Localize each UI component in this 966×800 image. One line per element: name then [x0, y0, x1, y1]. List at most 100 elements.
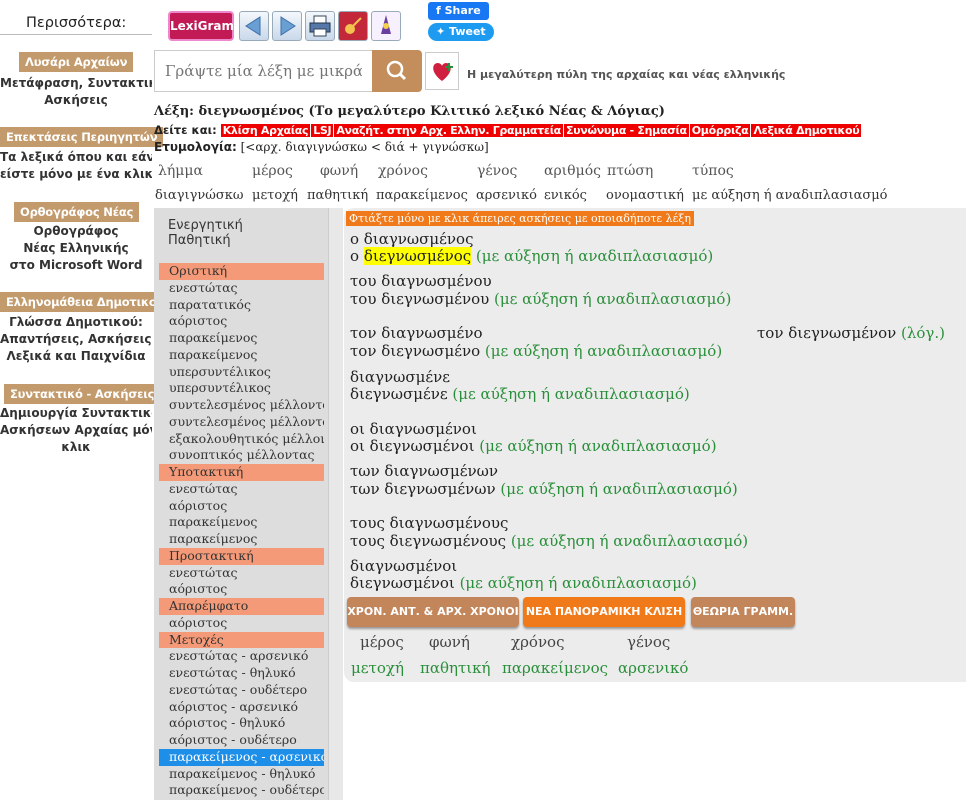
form-text: διεγνωσμένοι: [350, 574, 460, 592]
link-ancient-literature[interactable]: Αναζήτ. στην Αρχ. Ελλην. Γραμματεία: [334, 124, 563, 137]
guitar-icon[interactable]: [338, 11, 368, 41]
tense-group-header[interactable]: Υποτακτική: [159, 464, 324, 481]
tense-group-header[interactable]: Προστακτική: [159, 547, 324, 565]
tense-item[interactable]: αόριστος - θηλυκό: [159, 715, 324, 732]
forward-arrow-icon[interactable]: [272, 11, 302, 41]
tense-item[interactable]: υπερσυντέλικος: [159, 364, 324, 381]
voice-passive[interactable]: Παθητική: [168, 233, 231, 248]
see-also-row: Δείτε και: Κλίση Αρχαίας LSJ Αναζήτ. στην …: [154, 123, 862, 137]
grammar-theory-button[interactable]: ΘΕΩΡΙΑ ΓΡΑΜΜ.: [691, 597, 795, 627]
back-arrow-icon[interactable]: [239, 11, 269, 41]
tense-item[interactable]: παρακείμενος: [159, 514, 324, 531]
see-also-label: Δείτε και:: [154, 123, 217, 137]
search-input[interactable]: [154, 50, 372, 92]
tense-item[interactable]: παρακείμενος: [159, 347, 324, 364]
search-button[interactable]: [372, 50, 422, 92]
tense-item[interactable]: υπερσυντέλικος: [159, 380, 324, 397]
sidebar-desc-syntax-3[interactable]: κλικ: [0, 439, 152, 456]
form-text: διαγνωσμένοι: [350, 557, 458, 575]
facebook-share-button[interactable]: f Share: [428, 2, 489, 20]
augment-note: (με αύξηση ή αναδιπλασιασμό): [479, 437, 717, 455]
lexigram-logo-button[interactable]: LexiGram: [168, 11, 234, 41]
sidebar-heading: Περισσότερα:: [26, 15, 127, 31]
sidebar-button-lysari[interactable]: Λυσάρι Αρχαίων: [19, 52, 134, 72]
panoramic-declension-button[interactable]: ΝΕΑ ΠΑΝΟΡΑΜΙΚΗ ΚΛΙΣΗ: [523, 597, 685, 627]
tense-item[interactable]: εξακολουθητικός μέλλοντας: [159, 431, 324, 448]
sidebar-button-extensions[interactable]: Επεκτάσεις Περιηγητών: [0, 127, 164, 147]
tense-item[interactable]: αόριστος: [159, 313, 324, 330]
sidebar-desc-spellchecker-3[interactable]: στο Microsoft Word: [0, 257, 152, 274]
tense-item[interactable]: παρακείμενος - αρσενικό: [159, 748, 324, 766]
sidebar-button-spellchecker[interactable]: Ορθογράφος Νέας: [14, 202, 140, 222]
tense-item[interactable]: ενεστώτας: [159, 280, 324, 297]
tense-item[interactable]: ενεστώτας - θηλυκό: [159, 665, 324, 682]
tense-item[interactable]: ενεστώτας - αρσενικό: [159, 648, 324, 665]
word-value: διεγνωσμένος (Το μεγαλύτερο Κλιτικό λεξι…: [198, 104, 665, 119]
tense-item[interactable]: ενεστώτας: [159, 481, 324, 498]
tense-item[interactable]: παρακείμενος - ουδέτερο: [159, 782, 324, 799]
favorites-button[interactable]: [425, 52, 459, 90]
summary-header-tense: χρόνος: [511, 633, 565, 651]
link-lsj[interactable]: LSJ: [311, 124, 334, 137]
form-text: τους διαγνωσμένους: [350, 514, 509, 532]
declension-form: των διαγνωσμένων: [350, 462, 498, 480]
grammar-value-lemma: διαγιγνώσκω: [155, 188, 244, 203]
declension-form: ο διαγνωσμένος: [350, 230, 473, 248]
summary-value-gender: αρσενικό: [618, 659, 689, 677]
sidebar-desc-syntax-1[interactable]: Δημιουργία Συντακτικού και: [0, 405, 152, 422]
tense-group-header[interactable]: Μετοχές: [159, 631, 324, 649]
link-synonyms[interactable]: Συνώνυμα - Σημασία: [563, 124, 689, 137]
tense-item[interactable]: ενεστώτας - ουδέτερο: [159, 682, 324, 699]
sidebar-desc-elementary-2[interactable]: Απαντήσεις, Ασκήσεις,: [0, 331, 152, 348]
print-icon[interactable]: [305, 11, 335, 41]
sidebar-desc-extensions-1[interactable]: Τα λεξικά όπου και εάν: [0, 149, 152, 166]
ancient-tenses-button[interactable]: ΧΡΟΝ. ΑΝΤ. & ΑΡΧ. ΧΡΟΝΟΙ: [347, 597, 519, 627]
summary-header-voice: φωνή: [429, 633, 470, 651]
grammar-header-part: μέρος: [252, 163, 293, 179]
declension-form: διεγνωσμένοι (με αύξηση ή αναδιπλασιασμό…: [350, 574, 697, 592]
summary-value-tense: παρακείμενος: [502, 659, 609, 677]
sidebar-button-elementary[interactable]: Ελληνομάθεια Δημοτικού: [0, 292, 171, 312]
tense-item[interactable]: συνοπτικός μέλλοντας: [159, 447, 324, 464]
tense-item[interactable]: αόριστος: [159, 581, 324, 598]
tense-item[interactable]: συντελεσμένος μέλλοντας: [159, 414, 324, 431]
tense-item[interactable]: συντελεσμένος μέλλοντας: [159, 397, 324, 414]
grammar-value-tense: παρακείμενος: [376, 188, 468, 203]
link-elementary-dictionaries[interactable]: Λεξικά Δημοτικού: [751, 124, 862, 137]
declension-form: ο διεγνωσμένος (με αύξηση ή αναδιπλασιασ…: [350, 247, 713, 265]
sidebar-desc-syntax-2[interactable]: Ασκήσεων Αρχαίας μόνο με: [0, 422, 152, 439]
wizard-icon[interactable]: [371, 11, 401, 41]
tense-item[interactable]: παρακείμενος: [159, 531, 324, 548]
sidebar-desc-elementary-3[interactable]: Λεξικά και Παιχνίδια: [0, 348, 152, 365]
tense-item[interactable]: παρατατικός: [159, 297, 324, 314]
augment-note: (με αύξηση ή αναδιπλασιασμό): [494, 290, 732, 308]
grammar-value-part: μετοχή: [252, 188, 298, 203]
link-cognates[interactable]: Ομόρριζα: [689, 124, 751, 137]
search-icon: [386, 60, 407, 81]
tense-group-header[interactable]: Οριστική: [159, 263, 324, 280]
tense-item[interactable]: αόριστος: [159, 498, 324, 515]
tense-item[interactable]: αόριστος - ουδέτερο: [159, 732, 324, 749]
form-text: οι διεγνωσμένοι: [350, 437, 480, 455]
exercise-banner[interactable]: Φτιάξτε μόνο με κλικ άπειρες ασκήσεις με…: [346, 211, 694, 226]
link-ancient-declension[interactable]: Κλίση Αρχαίας: [220, 124, 311, 137]
tense-group-header[interactable]: Απαρέμφατο: [159, 598, 324, 615]
declension-form: διεγνωσμένε (με αύξηση ή αναδιπλασιασμό): [350, 385, 690, 403]
voice-active[interactable]: Ενεργητική: [168, 218, 243, 233]
sidebar-desc-lysari-1[interactable]: Μετάφραση, Συντακτικό,: [0, 75, 152, 92]
tweet-button[interactable]: ✦ Tweet: [428, 23, 494, 41]
sidebar-button-syntax[interactable]: Συντακτικό - Ασκήσεις: [4, 384, 161, 404]
form-text: τον διαγνωσμένο: [350, 324, 483, 342]
sidebar-desc-extensions-2[interactable]: είστε μόνο με ένα κλικ: [0, 166, 152, 183]
tense-list-scrollbar[interactable]: [328, 208, 343, 800]
tense-item[interactable]: ενεστώτας: [159, 565, 324, 582]
sidebar-desc-lysari-2[interactable]: Ασκήσεις: [0, 92, 152, 109]
tense-item[interactable]: αόριστος - αρσενικό: [159, 699, 324, 716]
sidebar-desc-elementary-1[interactable]: Γλώσσα Δημοτικού:: [0, 314, 152, 331]
tense-item[interactable]: αόριστος: [159, 615, 324, 632]
tense-item[interactable]: παρακείμενος - θηλυκό: [159, 766, 324, 783]
sidebar-desc-spellchecker-2[interactable]: Νέας Ελληνικής: [0, 240, 152, 257]
augment-note: (με αύξηση ή αναδιπλασιασμό): [452, 385, 690, 403]
sidebar-desc-spellchecker-1[interactable]: Ορθογράφος: [0, 223, 152, 240]
tense-item[interactable]: παρακείμενος: [159, 330, 324, 347]
